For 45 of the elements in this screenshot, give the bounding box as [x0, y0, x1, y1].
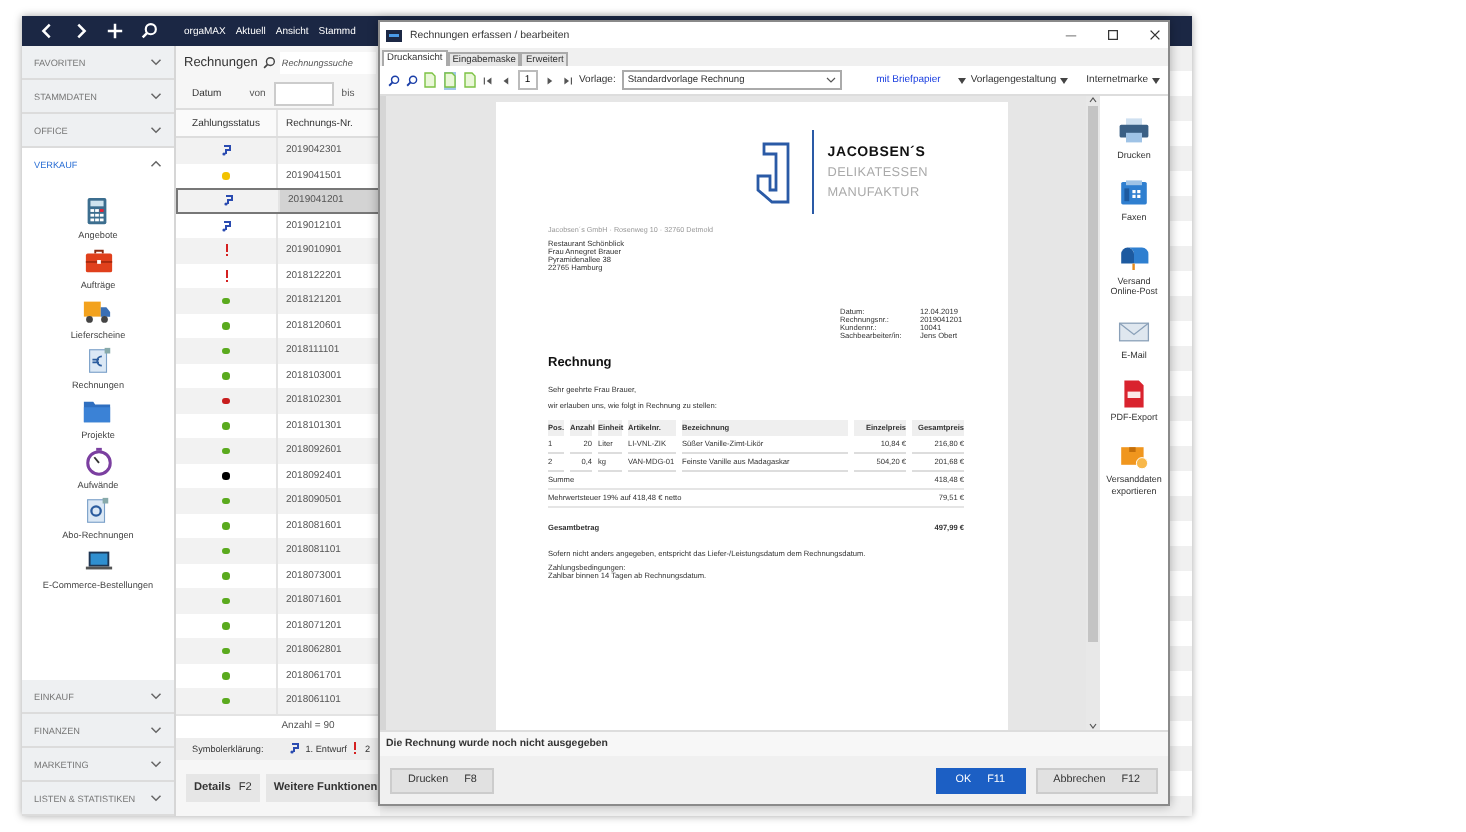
printer-icon	[1118, 116, 1150, 148]
close-icon[interactable]	[1148, 28, 1162, 42]
scrollbar[interactable]	[1086, 96, 1100, 730]
scroll-down-icon[interactable]	[1088, 722, 1098, 730]
back-icon[interactable]	[38, 22, 56, 40]
caret-icon	[958, 77, 967, 83]
exclamation-icon	[352, 742, 359, 754]
invoice-icon[interactable]	[83, 346, 113, 376]
app-icon	[386, 29, 402, 41]
next-page-icon[interactable]	[543, 73, 556, 87]
previous-page-icon[interactable]	[499, 73, 512, 87]
chevron-down-icon[interactable]	[150, 690, 162, 702]
exclamation-icon	[223, 244, 229, 257]
chevron-down-icon[interactable]	[150, 792, 162, 804]
draft-icon	[289, 742, 300, 754]
draft-icon	[223, 194, 233, 207]
maximize-icon[interactable]	[1106, 28, 1120, 42]
zoom-out-icon[interactable]	[405, 73, 418, 87]
search-icon[interactable]	[261, 56, 276, 70]
scroll-up-icon[interactable]	[1088, 96, 1098, 104]
stopwatch-icon[interactable]	[83, 446, 113, 476]
search-icon[interactable]	[140, 22, 158, 40]
first-page-icon[interactable]	[481, 73, 494, 87]
pdf-icon	[1118, 377, 1150, 410]
recurring-invoice-icon[interactable]	[82, 496, 113, 526]
chevron-up-icon[interactable]	[150, 158, 162, 170]
last-page-icon[interactable]	[561, 73, 573, 87]
exclamation-icon	[223, 269, 229, 282]
chevron-down-icon[interactable]	[150, 90, 162, 102]
chevron-down-icon[interactable]	[150, 124, 162, 136]
truck-icon[interactable]	[82, 296, 113, 326]
caret-icon	[826, 76, 837, 84]
folder-icon[interactable]	[82, 396, 113, 426]
forward-icon[interactable]	[72, 22, 90, 40]
chevron-down-icon[interactable]	[150, 56, 162, 68]
draft-icon	[221, 144, 231, 157]
briefcase-icon[interactable]	[83, 246, 113, 276]
caret-icon	[1152, 77, 1161, 83]
plus-icon[interactable]	[106, 22, 124, 40]
caret-icon	[1060, 77, 1069, 83]
zoom-in-icon[interactable]	[388, 73, 400, 87]
from-date-field[interactable]	[273, 82, 334, 106]
chevron-down-icon[interactable]	[150, 724, 162, 736]
chevron-down-icon[interactable]	[150, 758, 162, 770]
draft-icon	[221, 219, 231, 232]
